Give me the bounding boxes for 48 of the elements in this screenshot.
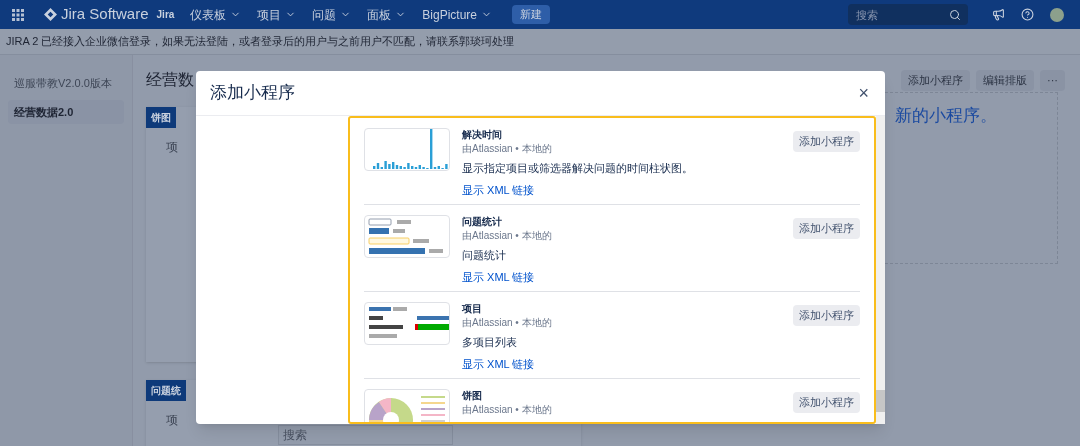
panel-title: 问题统: [146, 380, 186, 401]
toolbar-button[interactable]: 编辑排版: [976, 69, 1034, 91]
gadget-author: 由Atlassian • 本地的: [462, 316, 553, 330]
xml-link[interactable]: 显示 XML 链接: [462, 184, 535, 196]
add-gadget-button[interactable]: 添加小程序: [793, 305, 860, 326]
gadget-description: 显示指定项目或筛选器解决问题的时间柱状图。: [462, 161, 694, 175]
app-grid-icon[interactable]: [12, 8, 24, 21]
nav-menu[interactable]: 问题: [312, 5, 352, 24]
gadget-author: 由Atlassian • 本地的: [462, 142, 553, 156]
banner-text: JIRA 2 已经接入企业微信登录，如果无法登陆，或者登录后的用户与之前用户不匹配，请联系郭琰珂处理: [6, 34, 515, 50]
gadget-name: 解决时间: [462, 128, 503, 142]
add-gadget-button[interactable]: 添加小程序: [793, 218, 860, 239]
gadget-author: 由Atlassian • 本地的: [462, 229, 553, 243]
panel-title: 饼图: [146, 107, 176, 128]
more-button[interactable]: ···: [1040, 69, 1065, 91]
page-title: 经营数: [146, 70, 194, 90]
field-label: 项: [166, 139, 178, 156]
gadget-description: 多项目列表: [462, 335, 518, 349]
xml-link[interactable]: 显示 XML 链接: [462, 358, 535, 370]
nav-menu[interactable]: BigPicture: [422, 5, 493, 24]
nav-menu[interactable]: 仪表板: [190, 5, 242, 24]
logo-icon[interactable]: [44, 8, 57, 21]
megaphone-icon[interactable]: [992, 8, 1005, 21]
search-field[interactable]: 搜索: [278, 425, 453, 445]
app-name[interactable]: Jira Software: [61, 3, 149, 26]
field-label: 项: [166, 412, 178, 429]
user-avatar[interactable]: [1050, 7, 1064, 22]
sidebar-item[interactable]: 经营数据2.0: [8, 99, 124, 124]
dialog-title: 添加小程序: [210, 82, 295, 105]
nav-menu[interactable]: 面板: [367, 5, 407, 24]
close-button[interactable]: ×: [858, 84, 869, 102]
create-button[interactable]: 新建: [512, 5, 551, 24]
gadget-name: 项目: [462, 302, 483, 316]
drop-hint: 新的小程序。: [895, 106, 997, 125]
scrollbar[interactable]: [876, 116, 885, 424]
xml-link[interactable]: 显示 XML 链接: [462, 271, 535, 283]
help-icon[interactable]: [1021, 8, 1034, 21]
gadget-name: 问题统计: [462, 215, 503, 229]
nav-menu[interactable]: 项目: [257, 5, 297, 24]
add-gadget-button[interactable]: 添加小程序: [793, 392, 860, 413]
toolbar-button[interactable]: 添加小程序: [901, 69, 970, 91]
search-field[interactable]: 搜索: [848, 4, 968, 25]
add-gadget-button[interactable]: 添加小程序: [793, 131, 860, 152]
search-icon: [949, 9, 961, 21]
product-name: Jira: [156, 8, 175, 22]
gadget-author: 由Atlassian • 本地的: [462, 403, 553, 417]
gadget-name: 饼图: [462, 389, 483, 403]
gadget-description: 问题统计: [462, 248, 507, 262]
